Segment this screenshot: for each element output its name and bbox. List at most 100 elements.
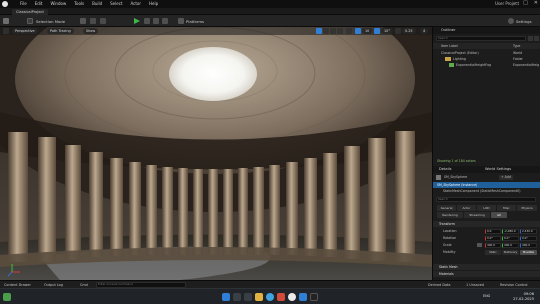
outliner-actor-count: Showing 1 of 184 actors bbox=[433, 158, 540, 164]
outliner-search-input[interactable]: Search bbox=[436, 36, 526, 41]
taskbar-clock[interactable]: 09:06 27-02-2025 bbox=[513, 292, 534, 302]
outliner-settings-icon[interactable] bbox=[534, 36, 539, 41]
menu-edit[interactable]: Edit bbox=[35, 1, 43, 6]
outliner-col-type[interactable]: Type bbox=[513, 43, 520, 49]
outliner-column-header: Item Label Type bbox=[433, 43, 540, 49]
details-actor-name[interactable]: SM_SkySphere bbox=[444, 174, 467, 181]
chrome-icon[interactable] bbox=[266, 293, 274, 301]
category-all[interactable]: All bbox=[491, 212, 507, 218]
rotation-z-field[interactable]: 0.0° bbox=[520, 236, 537, 241]
file-explorer-icon[interactable] bbox=[255, 293, 263, 301]
rotate-tool-icon[interactable] bbox=[330, 28, 336, 34]
epic-launcher-icon[interactable] bbox=[310, 293, 318, 301]
add-component-button[interactable]: + Add bbox=[499, 175, 513, 180]
status-bar: Content Drawer Output Log Cmd Enter Cons… bbox=[0, 280, 540, 288]
location-z-field[interactable]: 2,430.0 bbox=[520, 229, 537, 234]
location-x-field[interactable]: 0.0 bbox=[485, 229, 501, 234]
search-icon[interactable] bbox=[233, 293, 241, 301]
camera-speed-button[interactable]: 4 bbox=[420, 28, 429, 34]
show-label: Show bbox=[86, 29, 96, 33]
outliner-filter-icon[interactable] bbox=[528, 36, 533, 41]
rotation-y-field[interactable]: 0.0° bbox=[502, 236, 519, 241]
menu-actor[interactable]: Actor bbox=[130, 1, 141, 6]
translate-tool-icon[interactable] bbox=[323, 28, 329, 34]
scale-x-field[interactable]: 400.0 bbox=[485, 243, 501, 248]
play-icon[interactable] bbox=[134, 18, 140, 24]
platforms-icon[interactable] bbox=[178, 18, 184, 24]
platforms-button[interactable]: Platforms bbox=[186, 19, 204, 24]
viewport-menu-icon[interactable] bbox=[3, 28, 9, 34]
rotation-x-field[interactable]: 0.0° bbox=[485, 236, 501, 241]
perspective-button[interactable]: Perspective bbox=[12, 28, 38, 34]
select-mode-icon[interactable] bbox=[27, 18, 33, 24]
selection-mode-dropdown[interactable]: Selection Mode bbox=[36, 19, 65, 24]
play-options-icon[interactable] bbox=[162, 18, 168, 24]
edge-icon[interactable] bbox=[299, 293, 307, 301]
settings-gear-icon[interactable] bbox=[508, 18, 514, 24]
maximize-icon[interactable]: □ bbox=[523, 0, 528, 6]
scale-snap-icon[interactable] bbox=[395, 28, 401, 34]
grid-snap-value[interactable]: 10 bbox=[362, 28, 373, 34]
skip-icon[interactable] bbox=[144, 18, 150, 24]
category-actor[interactable]: Actor bbox=[457, 205, 476, 211]
outliner-row[interactable]: ExponentialHeightFog ExponentialHeightFo… bbox=[433, 62, 540, 68]
lock-icon[interactable] bbox=[477, 243, 482, 247]
settings-button[interactable]: Settings bbox=[516, 19, 532, 24]
angle-snap-icon[interactable] bbox=[374, 28, 380, 34]
menu-file[interactable]: File bbox=[20, 1, 27, 6]
outliner-search-placeholder: Search bbox=[438, 36, 448, 40]
weather-icon[interactable] bbox=[3, 293, 11, 301]
menu-build[interactable]: Build bbox=[92, 1, 102, 6]
menu-help[interactable]: Help bbox=[149, 1, 158, 6]
details-search-input[interactable]: Search bbox=[436, 197, 536, 202]
save-icon[interactable] bbox=[3, 18, 9, 24]
cinematics-icon[interactable] bbox=[100, 18, 106, 24]
category-streaming[interactable]: Streaming bbox=[464, 212, 490, 218]
static-mesh-section-header[interactable]: Static Mesh bbox=[433, 264, 540, 270]
category-physics[interactable]: Physics bbox=[517, 205, 537, 211]
transform-section-header[interactable]: Transform bbox=[433, 221, 540, 227]
scale-tool-icon[interactable] bbox=[337, 28, 343, 34]
scale-z-field[interactable]: 400.0 bbox=[520, 243, 537, 248]
world-settings-tab[interactable]: World Settings bbox=[485, 166, 511, 173]
level-viewport[interactable]: Perspective Path Tracing Show 10 10° 0.2… bbox=[0, 27, 432, 280]
menu-bar: File Edit Window Tools Build Select Acto… bbox=[20, 1, 158, 6]
close-icon[interactable]: ✕ bbox=[534, 0, 538, 6]
menu-tools[interactable]: Tools bbox=[74, 1, 84, 6]
unreal-taskbar-icon[interactable] bbox=[288, 293, 296, 301]
minimize-icon[interactable]: – bbox=[515, 0, 518, 6]
task-view-icon[interactable] bbox=[244, 293, 252, 301]
category-rendering[interactable]: Rendering bbox=[437, 212, 463, 218]
details-tab[interactable]: Details bbox=[439, 166, 451, 173]
stop-icon[interactable] bbox=[153, 18, 159, 24]
category-lod[interactable]: LOD bbox=[477, 205, 496, 211]
outliner-col-label[interactable]: Item Label bbox=[441, 43, 458, 49]
blueprint-icon[interactable] bbox=[90, 18, 96, 24]
category-general[interactable]: General bbox=[437, 205, 456, 211]
category-misc[interactable]: Misc bbox=[497, 205, 516, 211]
menu-window[interactable]: Window bbox=[50, 1, 66, 6]
outliner-row-label: ExponentialHeightFog bbox=[456, 63, 492, 67]
app-icon[interactable] bbox=[277, 293, 285, 301]
grid-snap-icon[interactable] bbox=[355, 28, 361, 34]
scale-snap-value[interactable]: 0.25 bbox=[402, 28, 416, 34]
menu-select[interactable]: Select bbox=[110, 1, 122, 6]
location-y-field[interactable]: -2,080.0 bbox=[502, 229, 519, 234]
mobility-movable[interactable]: Movable bbox=[520, 250, 537, 255]
mobility-stationary[interactable]: Stationary bbox=[502, 250, 519, 255]
viewport-scene bbox=[0, 27, 432, 280]
add-content-icon[interactable] bbox=[80, 18, 86, 24]
folder-icon bbox=[445, 57, 451, 61]
select-tool-icon[interactable] bbox=[316, 28, 322, 34]
start-icon[interactable] bbox=[222, 293, 230, 301]
view-mode-button[interactable]: Path Tracing bbox=[47, 28, 74, 34]
world-local-icon[interactable] bbox=[346, 28, 352, 34]
language-indicator[interactable]: ENG bbox=[483, 294, 490, 298]
mobility-static[interactable]: Static bbox=[485, 250, 501, 255]
outliner-header[interactable]: Outliner bbox=[433, 27, 540, 34]
scale-y-field[interactable]: 400.0 bbox=[502, 243, 519, 248]
angle-snap-value[interactable]: 10° bbox=[381, 28, 394, 34]
show-button[interactable]: Show bbox=[83, 28, 99, 34]
materials-section-header[interactable]: Materials bbox=[433, 271, 540, 277]
details-component-row[interactable]: StaticMeshComponent (StaticMeshComponent… bbox=[433, 188, 540, 194]
